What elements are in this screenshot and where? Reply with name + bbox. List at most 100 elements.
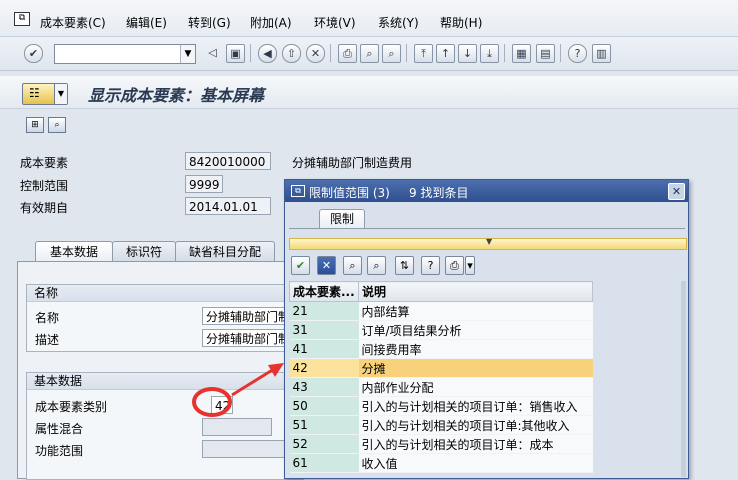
title-bar: ☷ ▼ 显示成本要素：基本屏幕 (0, 76, 738, 109)
table-row[interactable]: 43 内部作业分配 (289, 377, 593, 397)
first-page-icon[interactable]: ⤒ (414, 44, 433, 63)
sort-icon[interactable]: ⇅ (395, 256, 414, 275)
print-icon[interactable]: ⎙ (445, 256, 464, 275)
row-description: 引入的与计划相关的项目订单：成本 (358, 434, 593, 454)
toolbar-divider (406, 44, 407, 62)
cost-element-field[interactable]: 8420010000 (185, 152, 271, 170)
help-icon[interactable]: ? (421, 256, 440, 275)
names-group: 名称 名称 分摊辅助部门制 描述 分摊辅助部门制 (26, 284, 304, 352)
row-description: 订单/项目结果分析 (358, 320, 593, 340)
save-icon[interactable]: ▣ (226, 44, 245, 63)
tab-default-account-assignment[interactable]: 缺省科目分配 (175, 241, 275, 262)
table-row[interactable]: 41 间接费用率 (289, 339, 593, 359)
tab-basic-data[interactable]: 基本数据 (35, 241, 113, 263)
table-row[interactable]: 52 引入的与计划相关的项目订单：成本 (289, 434, 593, 454)
tab-indicators[interactable]: 标识符 (112, 241, 176, 262)
tab-restrictions[interactable]: 限制 (319, 209, 365, 229)
menu-bar: ⧉ 成本要素(C) 编辑(E) 转到(G) 附加(A) 环境(V) 系统(Y) … (0, 0, 738, 37)
column-header-description[interactable]: 说明 (358, 281, 593, 302)
restrictions-toggle-bar[interactable]: ▼ (289, 237, 687, 250)
dialog-hit-count: 9 找到条目 (409, 186, 469, 200)
check-icon[interactable]: ✔ (291, 256, 310, 275)
find-next-icon[interactable]: ⌕ (367, 256, 386, 275)
row-description: 内部作业分配 (358, 377, 593, 397)
vertical-scrollbar[interactable] (681, 281, 686, 477)
command-field[interactable]: ▼ (54, 44, 196, 64)
system-menu-icon[interactable]: ⧉ (14, 12, 30, 26)
title-menu-button[interactable]: ☷ ▼ (22, 83, 68, 105)
table-row[interactable]: 51 引入的与计划相关的项目订单:其他收入 (289, 415, 593, 435)
back-triangle-icon[interactable]: ◁ (204, 44, 221, 61)
last-page-icon[interactable]: ⤓ (480, 44, 499, 63)
prev-page-icon[interactable]: ↑ (436, 44, 455, 63)
controlling-area-label: 控制范围 (20, 179, 69, 193)
menu-system[interactable]: 系统(Y) (378, 14, 419, 31)
menu-extras[interactable]: 附加(A) (250, 14, 292, 31)
menu-goto[interactable]: 转到(G) (188, 14, 231, 31)
cancel-icon[interactable]: ✕ (306, 44, 325, 63)
dialog-title: 限制值范围 (3) (309, 186, 390, 200)
menu-environment[interactable]: 环境(V) (314, 14, 356, 31)
row-key: 50 (289, 396, 359, 416)
help-icon[interactable]: ? (568, 44, 587, 63)
table-row[interactable]: 61 收入值 (289, 453, 593, 473)
row-key: 61 (289, 453, 359, 473)
table-row[interactable]: 50 引入的与计划相关的项目订单：销售收入 (289, 396, 593, 416)
name-label: 名称 (35, 311, 60, 325)
chevron-down-icon[interactable]: ▼ (54, 84, 67, 104)
row-description: 引入的与计划相关的项目订单:其他收入 (358, 415, 593, 435)
row-description: 内部结算 (358, 301, 593, 321)
table-row[interactable]: 31 订单/项目结果分析 (289, 320, 593, 340)
new-session-icon[interactable]: ▦ (512, 44, 531, 63)
chevron-down-icon[interactable]: ▾ (465, 256, 475, 275)
page-title: 显示成本要素：基本屏幕 (88, 86, 265, 105)
results-table: 成本要素... 说明 21 内部结算 31 订单/项目结果分析 41 间接费用率 42… (289, 281, 593, 473)
menu-edit[interactable]: 编辑(E) (126, 14, 167, 31)
row-description: 收入值 (358, 453, 593, 473)
functional-area-label: 功能范围 (35, 444, 84, 458)
row-key: 43 (289, 377, 359, 397)
column-header-cost-element[interactable]: 成本要素... (289, 281, 359, 302)
tab-underline (289, 228, 685, 229)
row-key: 51 (289, 415, 359, 435)
attribute-mix-label: 属性混合 (35, 422, 84, 436)
table-row-selected[interactable]: 42 分摊 (289, 358, 593, 378)
dialog-toolbar: ✔ ✕ ⌕ ⌕ ⇅ ? ⎙ ▾ (289, 254, 479, 276)
cost-element-description: 分摊辅助部门制造费用 (292, 156, 413, 170)
find-next-icon[interactable]: ⌕ (382, 44, 401, 63)
cost-element-category-label: 成本要素类别 (35, 400, 108, 414)
dialog-titlebar: ⧉ 限制值范围 (3) 9 找到条目 ✕ (285, 180, 688, 202)
menu-help[interactable]: 帮助(H) (440, 14, 482, 31)
exit-icon[interactable]: ⇧ (282, 44, 301, 63)
annotation-circle (192, 387, 232, 417)
table-row[interactable]: 21 内部结算 (289, 301, 593, 321)
enter-icon[interactable]: ✔ (24, 44, 43, 63)
cancel-icon[interactable]: ✕ (317, 256, 336, 275)
row-key: 31 (289, 320, 359, 340)
menu-cost-element[interactable]: 成本要素(C) (40, 14, 106, 31)
menu-icon: ☷ (29, 86, 40, 100)
other-cost-element-icon[interactable]: ⊞ (26, 117, 44, 133)
print-icon[interactable]: ⎙ (338, 44, 357, 63)
functional-area-field[interactable] (202, 440, 292, 458)
chevron-down-icon[interactable]: ▼ (180, 45, 195, 63)
close-icon[interactable]: ✕ (668, 183, 685, 200)
row-description: 引入的与计划相关的项目订单：销售收入 (358, 396, 593, 416)
triangle-down-icon: ▼ (486, 237, 493, 246)
valid-from-field[interactable]: 2014.01.01 (185, 197, 271, 215)
toolbar-divider (250, 44, 251, 62)
controlling-area-field[interactable]: 9999 (185, 175, 223, 193)
layout-icon[interactable]: ▥ (592, 44, 611, 63)
display-change-icon[interactable]: ⌕ (48, 117, 66, 133)
find-icon[interactable]: ⌕ (343, 256, 362, 275)
next-page-icon[interactable]: ↓ (458, 44, 477, 63)
row-key: 21 (289, 301, 359, 321)
back-nav-icon[interactable]: ◀ (258, 44, 277, 63)
toolbar-divider (560, 44, 561, 62)
window-icon: ⧉ (291, 185, 305, 197)
shortcut-icon[interactable]: ▤ (536, 44, 555, 63)
description-label: 描述 (35, 333, 60, 347)
annotation-arrow-line (231, 367, 275, 397)
row-key: 42 (289, 358, 359, 378)
find-icon[interactable]: ⌕ (360, 44, 379, 63)
